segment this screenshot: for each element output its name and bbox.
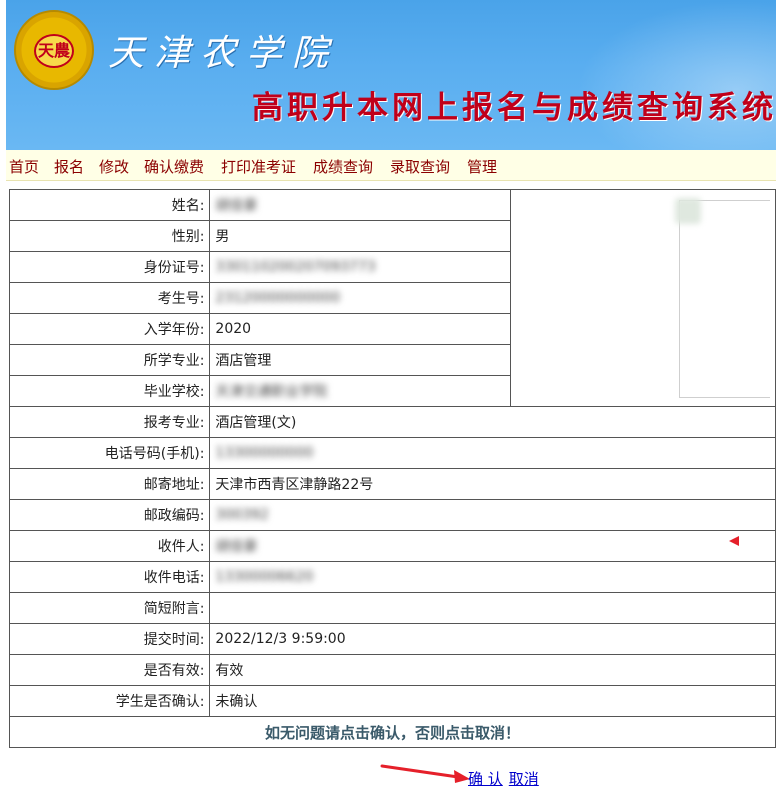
field-value-postal-code: 300392 — [209, 499, 776, 531]
table-row: 报考专业: 酒店管理(文) — [8, 406, 776, 438]
photo-blurred-mark — [674, 198, 701, 224]
field-label-student-confirmed: 学生是否确认: — [8, 685, 211, 717]
field-value-recipient: 胡佳豪 — [209, 530, 776, 562]
nav-modify[interactable]: 修改 — [99, 156, 129, 177]
cancel-link[interactable]: 取消 — [509, 770, 539, 788]
table-row: 电话号码(手机): 13300000000 — [8, 437, 776, 469]
name-value: 胡佳豪 — [215, 198, 258, 214]
action-links: 确 认取消 — [468, 768, 545, 789]
nav-score-query[interactable]: 成绩查询 — [313, 156, 373, 177]
field-label-gender: 性别: — [8, 220, 211, 252]
postal-code-value: 300392 — [215, 507, 269, 523]
table-row: 简短附言: — [8, 592, 776, 624]
table-row: 邮寄地址: 天津市西青区津静路22号 — [8, 468, 776, 500]
pointer-marker-icon — [729, 536, 739, 546]
field-label-recipient-phone: 收件电话: — [8, 561, 211, 593]
field-value-enroll-year: 2020 — [209, 313, 511, 345]
field-value-exam-number: 23120000000000 — [209, 282, 511, 314]
table-row: 收件人: 胡佳豪 — [8, 530, 776, 562]
field-label-recipient: 收件人: — [8, 530, 211, 562]
field-label-postal-code: 邮政编码: — [8, 499, 211, 531]
table-row: 收件电话: 13300006620 — [8, 561, 776, 593]
field-label-apply-major: 报考专业: — [8, 406, 211, 438]
main-nav: 首页 报名 修改 确认缴费 打印准考证 成绩查询 录取查询 管理 — [6, 150, 776, 181]
field-value-id-number: 330110200207093773 — [209, 251, 511, 283]
header-decoration — [576, 0, 776, 150]
field-label-graduate-school: 毕业学校: — [8, 375, 211, 407]
recipient-value: 胡佳豪 — [215, 539, 258, 555]
nav-print-ticket[interactable]: 打印准考证 — [221, 156, 296, 177]
table-row: 如无问题请点击确认，否则点击取消！ — [9, 716, 776, 748]
applicant-photo — [678, 200, 770, 398]
field-label-valid: 是否有效: — [8, 654, 211, 686]
field-value-apply-major: 酒店管理(文) — [209, 406, 776, 438]
field-label-name: 姓名: — [8, 189, 211, 221]
field-label-mail-address: 邮寄地址: — [8, 468, 211, 500]
nav-home[interactable]: 首页 — [9, 156, 39, 177]
graduate-school-value: 天津交通职业学院 — [215, 384, 328, 400]
field-label-submit-time: 提交时间: — [8, 623, 211, 655]
nav-admission-query[interactable]: 录取查询 — [390, 156, 450, 177]
system-title: 高职升本网上报名与成绩查询系统 — [252, 90, 776, 126]
nav-confirm-pay[interactable]: 确认缴费 — [144, 156, 204, 177]
table-row: 是否有效: 有效 — [8, 654, 776, 686]
exam-number-value: 23120000000000 — [215, 290, 341, 306]
field-label-enroll-year: 入学年份: — [8, 313, 211, 345]
id-number-value: 330110200207093773 — [215, 259, 376, 275]
table-row: 提交时间: 2022/12/3 9:59:00 — [8, 623, 776, 655]
recipient-phone-value: 13300006620 — [215, 569, 314, 585]
photo-cell — [509, 189, 776, 407]
field-value-major: 酒店管理 — [209, 344, 511, 376]
field-value-graduate-school: 天津交通职业学院 — [209, 375, 511, 407]
field-value-short-note — [209, 592, 776, 624]
field-value-submit-time: 2022/12/3 9:59:00 — [209, 623, 776, 655]
field-label-phone: 电话号码(手机): — [8, 437, 211, 469]
university-logo: 天農 — [14, 10, 94, 90]
nav-admin[interactable]: 管理 — [467, 156, 497, 177]
table-row: 姓名: 胡佳豪 — [8, 189, 776, 407]
field-value-valid: 有效 — [209, 654, 776, 686]
nav-register[interactable]: 报名 — [54, 156, 84, 177]
field-label-major: 所学专业: — [8, 344, 211, 376]
field-value-recipient-phone: 13300006620 — [209, 561, 776, 593]
field-value-student-confirmed: 未确认 — [209, 685, 776, 717]
field-label-short-note: 简短附言: — [8, 592, 211, 624]
field-value-gender: 男 — [209, 220, 511, 252]
field-label-exam-number: 考生号: — [8, 282, 211, 314]
field-value-phone: 13300000000 — [209, 437, 776, 469]
field-value-mail-address: 天津市西青区津静路22号 — [209, 468, 776, 500]
registration-info-table: 姓名: 胡佳豪 性别: 男 身份证号: 330110200207093773 考… — [8, 189, 776, 748]
annotation-arrow-icon — [380, 764, 470, 783]
table-row: 邮政编码: 300392 — [8, 499, 776, 531]
field-label-id-number: 身份证号: — [8, 251, 211, 283]
phone-value: 13300000000 — [215, 445, 314, 461]
site-header: 天農 天津农学院 高职升本网上报名与成绩查询系统 — [6, 0, 776, 150]
logo-mark: 天農 — [34, 34, 74, 68]
table-row: 学生是否确认: 未确认 — [8, 685, 776, 717]
confirm-notice: 如无问题请点击确认，否则点击取消！ — [9, 716, 776, 748]
field-value-name: 胡佳豪 — [209, 189, 511, 221]
confirm-link[interactable]: 确 认 — [468, 770, 503, 788]
school-name: 天津农学院 — [108, 33, 339, 74]
